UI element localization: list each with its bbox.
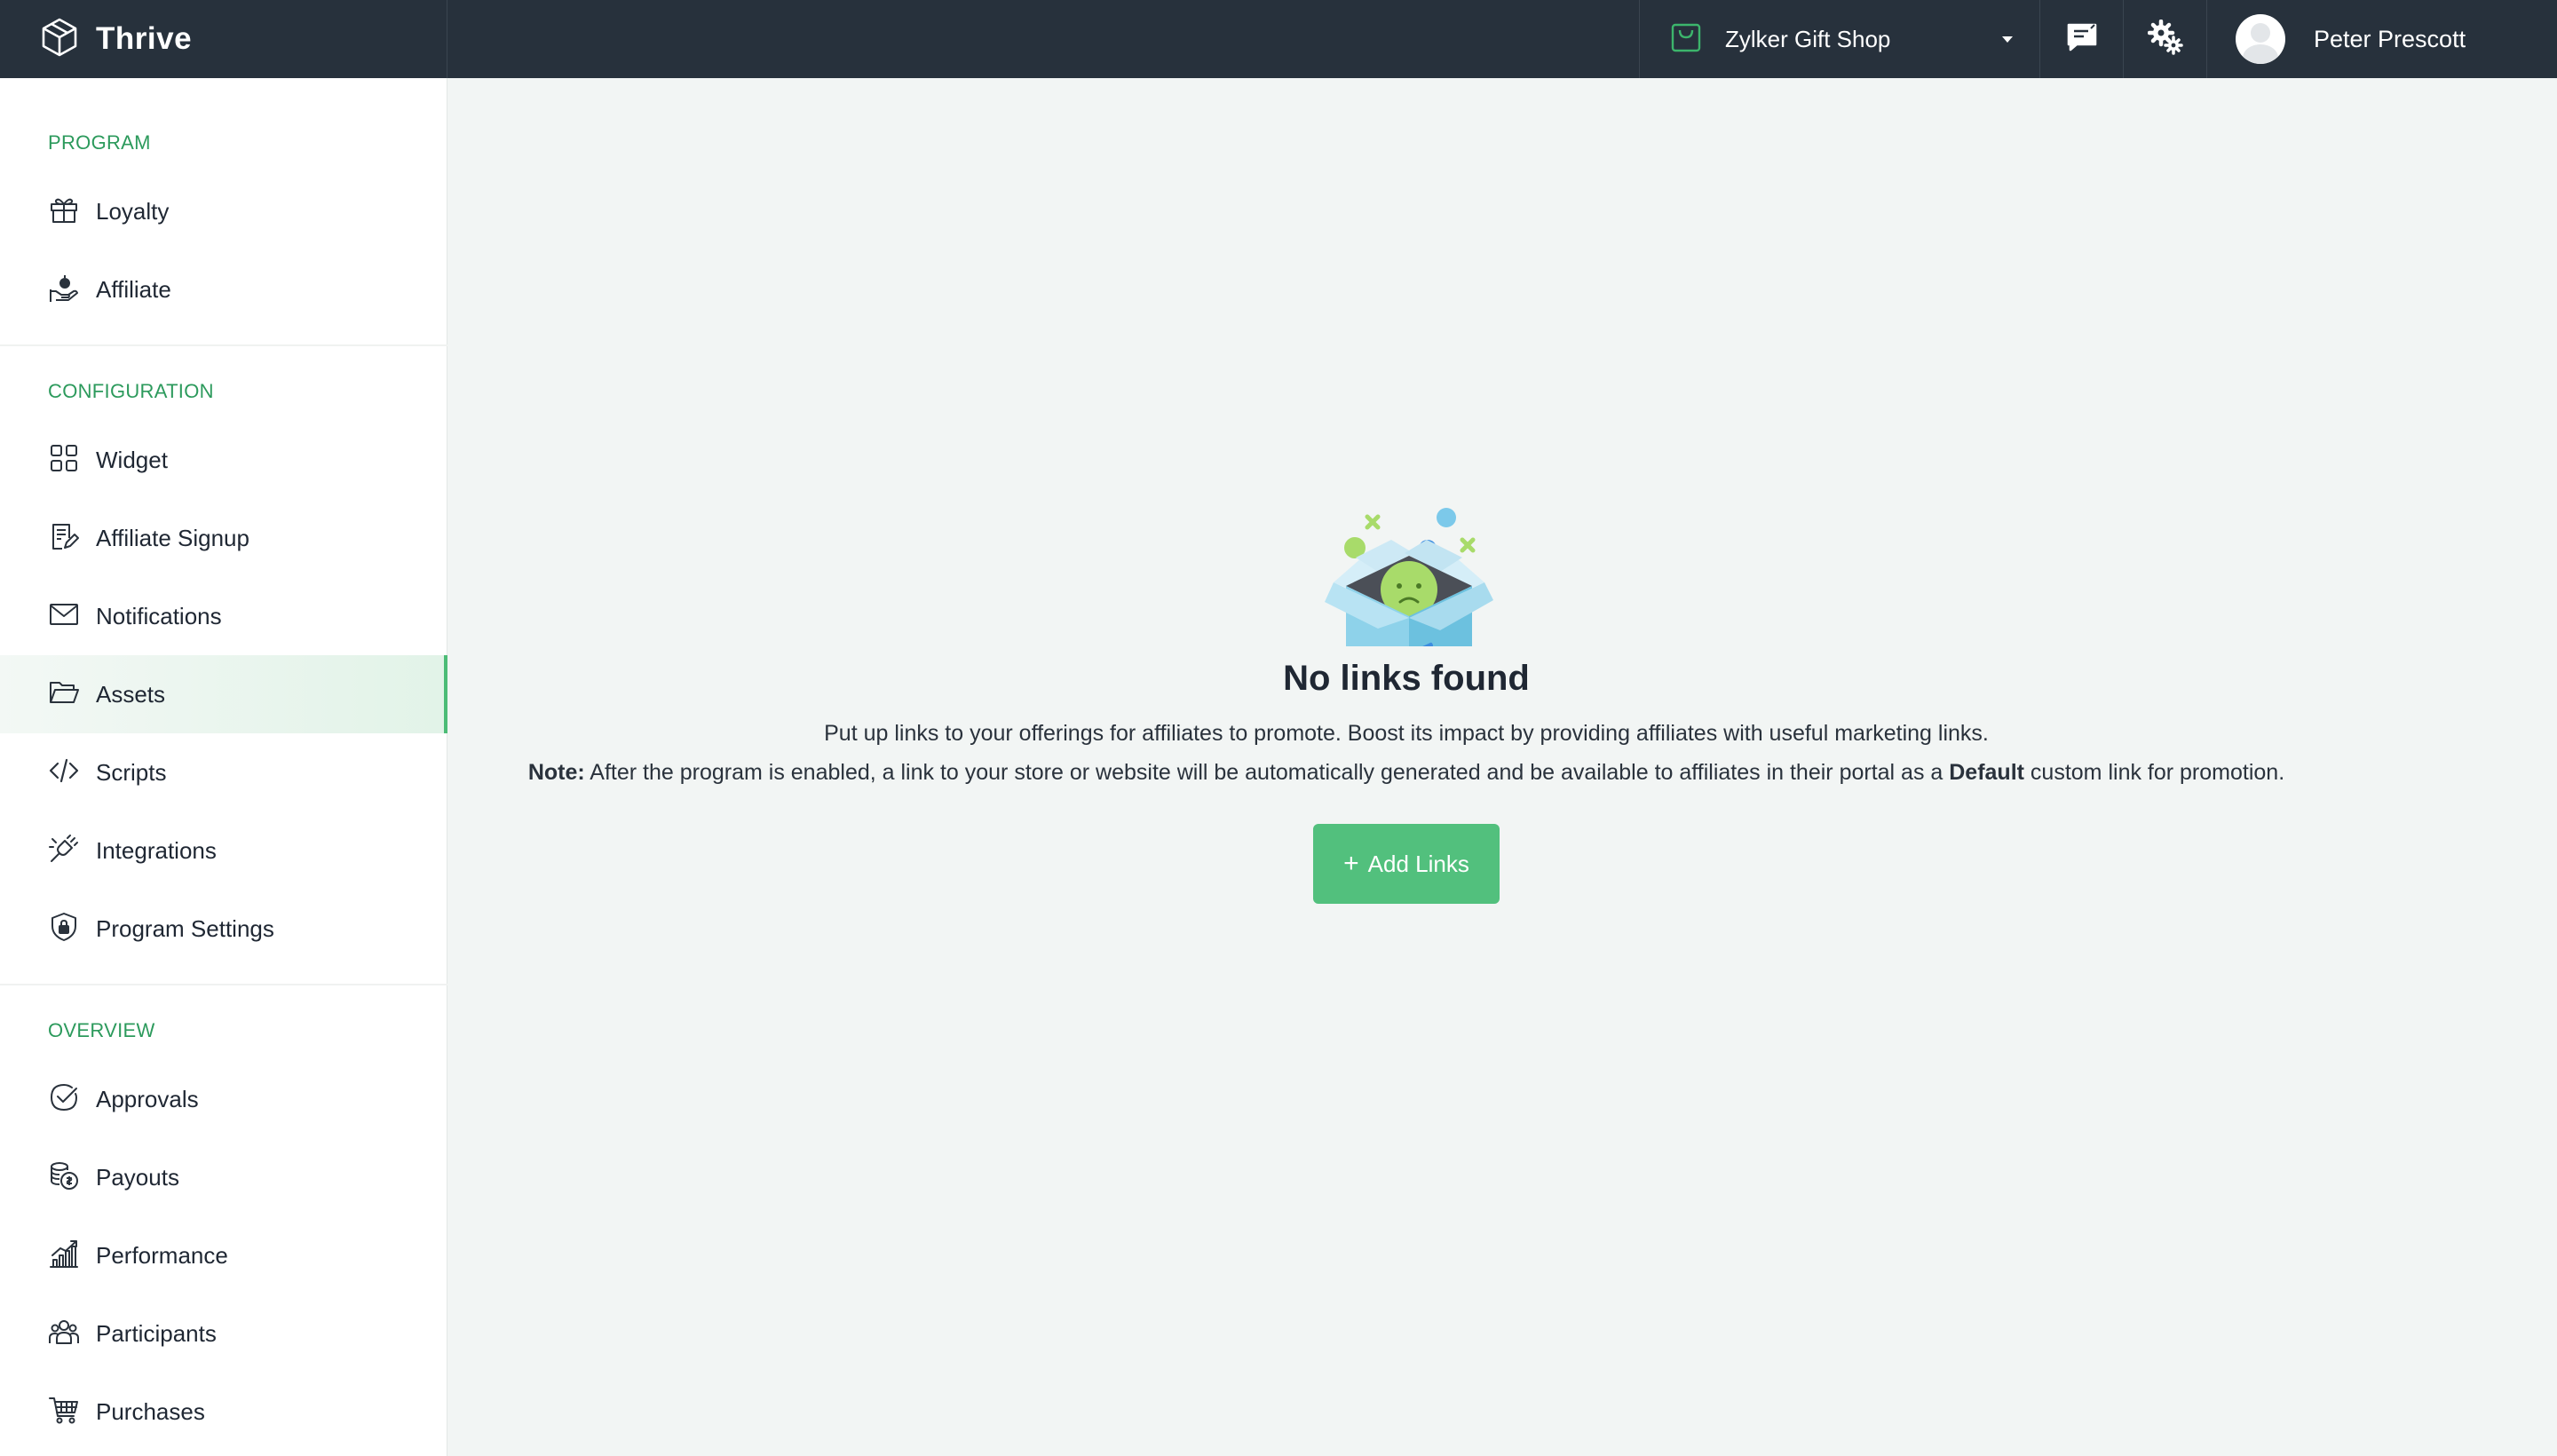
store-switcher[interactable]: Zylker Gift Shop bbox=[1639, 0, 2040, 78]
note-bold-default: Default bbox=[1949, 760, 2024, 785]
sidebar-item-integrations[interactable]: Integrations bbox=[0, 811, 447, 890]
add-links-label: Add Links bbox=[1367, 850, 1469, 877]
sidebar-item-label: Notifications bbox=[96, 602, 222, 629]
check-circle-icon bbox=[48, 1081, 80, 1118]
sidebar-item-assets[interactable]: Assets bbox=[0, 655, 447, 733]
thrive-logo-icon bbox=[39, 17, 80, 62]
sidebar-divider bbox=[0, 344, 447, 346]
store-name: Zylker Gift Shop bbox=[1725, 25, 1891, 52]
main-content: No links found Put up links to your offe… bbox=[447, 78, 2557, 1456]
plus-icon: + bbox=[1343, 849, 1359, 878]
sidebar-item-label: Integrations bbox=[96, 836, 217, 864]
sidebar-item-notifications[interactable]: Notifications bbox=[0, 577, 447, 655]
user-name: Peter Prescott bbox=[2314, 25, 2466, 52]
sidebar-item-program-settings[interactable]: Program Settings bbox=[0, 890, 447, 968]
widget-grid-icon bbox=[48, 442, 80, 479]
settings-button[interactable] bbox=[2124, 0, 2207, 78]
plug-icon bbox=[48, 833, 80, 869]
sidebar-item-label: Affiliate Signup bbox=[96, 524, 249, 551]
sidebar-item-label: Widget bbox=[96, 446, 168, 473]
top-bar: Thrive Zylker Gift Shop Peter Prescott bbox=[0, 0, 2557, 78]
sidebar-item-performance[interactable]: Performance bbox=[0, 1216, 447, 1294]
sidebar-item-scripts[interactable]: Scripts bbox=[0, 733, 447, 811]
section-title-program: PROGRAM bbox=[48, 131, 151, 154]
chat-button[interactable] bbox=[2040, 0, 2124, 78]
sidebar-item-label: Payouts bbox=[96, 1163, 179, 1191]
sidebar-item-approvals[interactable]: Approvals bbox=[0, 1060, 447, 1138]
sidebar-item-label: Loyalty bbox=[96, 197, 170, 225]
empty-box-sad-face-icon bbox=[1307, 424, 1511, 684]
sidebar-item-label: Purchases bbox=[96, 1397, 205, 1425]
empty-state-note: Note: After the program is enabled, a li… bbox=[447, 760, 2365, 786]
user-menu[interactable]: Peter Prescott bbox=[2207, 0, 2557, 78]
folder-icon bbox=[48, 677, 80, 713]
signup-form-icon bbox=[48, 520, 80, 557]
code-icon bbox=[48, 755, 80, 791]
sidebar-item-label: Program Settings bbox=[96, 914, 274, 942]
chevron-down-icon bbox=[2002, 36, 2013, 43]
sidebar-item-purchases[interactable]: Purchases bbox=[0, 1373, 447, 1451]
people-icon bbox=[48, 1316, 80, 1352]
settings-gears-icon bbox=[2147, 19, 2183, 59]
empty-state-title: No links found bbox=[1283, 659, 1530, 698]
envelope-icon bbox=[48, 598, 80, 635]
note-text-before: After the program is enabled, a link to … bbox=[584, 760, 1950, 785]
coins-icon bbox=[48, 1159, 80, 1196]
sidebar-item-label: Participants bbox=[96, 1319, 217, 1347]
sidebar-item-label: Assets bbox=[96, 680, 166, 708]
bar-chart-icon bbox=[48, 1238, 80, 1274]
section-title-overview: OVERVIEW bbox=[48, 1019, 155, 1041]
sidebar-item-label: Affiliate bbox=[96, 275, 171, 303]
sidebar-divider bbox=[0, 984, 447, 985]
note-text-after: custom link for promotion. bbox=[2023, 760, 2285, 785]
gift-icon bbox=[48, 194, 80, 230]
section-title-configuration: CONFIGURATION bbox=[48, 380, 214, 402]
brand[interactable]: Thrive bbox=[0, 0, 447, 78]
sidebar-item-affiliate-signup[interactable]: Affiliate Signup bbox=[0, 499, 447, 577]
empty-state-description: Put up links to your offerings for affil… bbox=[824, 721, 1989, 746]
shield-lock-icon bbox=[48, 911, 80, 947]
note-label: Note: bbox=[527, 760, 585, 785]
sidebar: PROGRAM Loyalty Affiliate CONFIGURATION bbox=[0, 78, 447, 1456]
sidebar-item-label: Performance bbox=[96, 1241, 228, 1269]
sidebar-item-participants[interactable]: Participants bbox=[0, 1294, 447, 1373]
sidebar-item-payouts[interactable]: Payouts bbox=[0, 1138, 447, 1216]
shopping-bag-icon bbox=[1668, 20, 1704, 59]
add-links-button[interactable]: + Add Links bbox=[1313, 824, 1500, 904]
chat-icon bbox=[2064, 20, 2100, 59]
sidebar-item-label: Scripts bbox=[96, 758, 167, 786]
sidebar-item-affiliate[interactable]: Affiliate bbox=[0, 250, 447, 328]
sidebar-item-label: Approvals bbox=[96, 1085, 199, 1112]
hand-money-icon bbox=[48, 272, 80, 308]
sidebar-item-loyalty[interactable]: Loyalty bbox=[0, 172, 447, 250]
app-name: Thrive bbox=[96, 21, 193, 56]
cart-icon bbox=[48, 1394, 80, 1430]
sidebar-item-widget[interactable]: Widget bbox=[0, 421, 447, 499]
avatar bbox=[2236, 14, 2285, 64]
